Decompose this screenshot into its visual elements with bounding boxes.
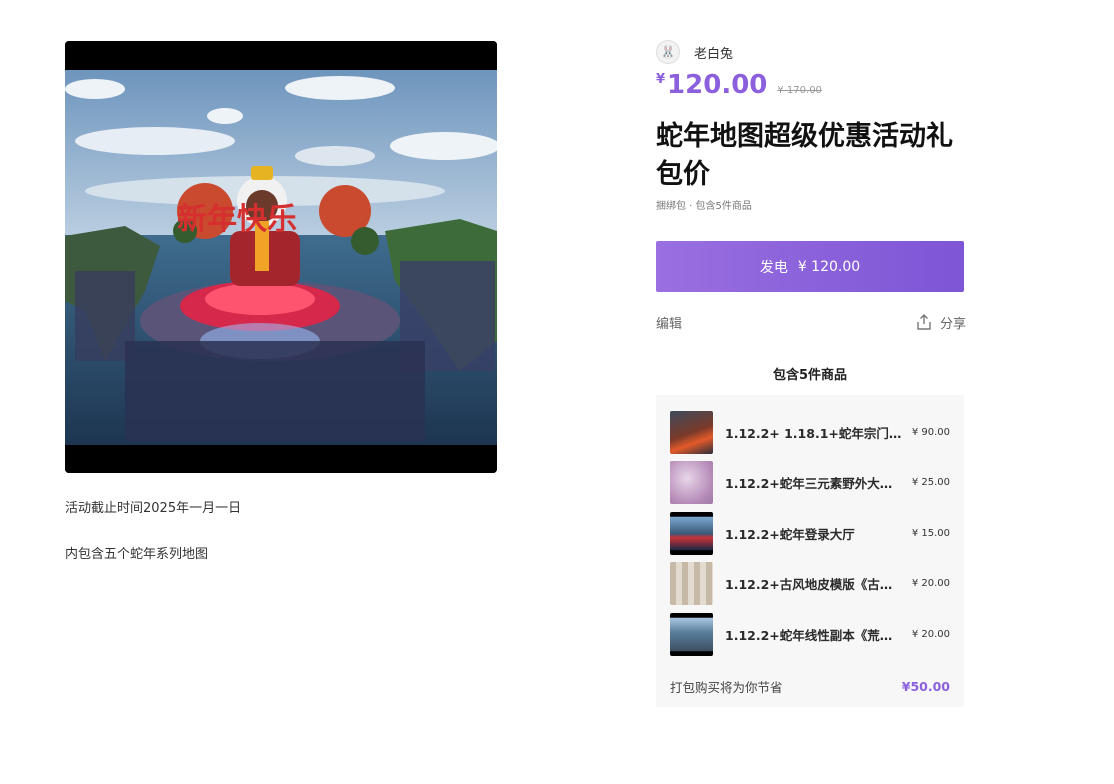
action-row: 编辑 分享 xyxy=(656,312,966,332)
original-price: ¥ 170.00 xyxy=(777,85,822,96)
sponsor-buy-button[interactable]: 发电 ¥ 120.00 xyxy=(656,241,964,292)
share-label: 分享 xyxy=(939,316,966,332)
edit-link[interactable]: 编辑 xyxy=(656,313,682,332)
current-price: 120.00 xyxy=(667,70,768,100)
item-price: ¥ 20.00 xyxy=(911,578,950,590)
share-button[interactable]: 分享 xyxy=(916,313,966,332)
item-name: 1.12.2+古风地皮模版《古风小院》 xyxy=(725,577,904,593)
item-name: 1.12.2+ 1.18.1+蛇年宗门式主城 xyxy=(725,425,904,441)
product-cover-image[interactable]: 新年快乐 xyxy=(65,41,497,473)
product-info-panel: 🐰 老白兔 ¥ 120.00 ¥ 170.00 蛇年地图超级优惠活动礼包价 捆绑… xyxy=(656,40,966,707)
included-items-list: 1.12.2+ 1.18.1+蛇年宗门式主城 ¥ 90.00 1.12.2+蛇年… xyxy=(656,395,964,707)
bundle-meta: 捆绑包 · 包含5件商品 xyxy=(656,201,752,212)
currency-symbol: ¥ xyxy=(656,72,666,87)
list-item[interactable]: 1.12.2+蛇年三元素野外大地图 ¥ 25.00 xyxy=(656,458,964,509)
price-row: ¥ 120.00 ¥ 170.00 xyxy=(656,70,966,110)
item-price: ¥ 20.00 xyxy=(911,628,950,640)
list-item[interactable]: 1.12.2+蛇年线性副本《荒野遗迹》 ¥ 20.00 xyxy=(656,609,964,660)
share-icon xyxy=(917,314,931,330)
item-price: ¥ 90.00 xyxy=(911,426,950,438)
rabbit-avatar-icon[interactable]: 🐰 xyxy=(656,40,680,64)
savings-label: 打包购买将为你节省 xyxy=(670,680,783,695)
cover-festive-text: 新年快乐 xyxy=(177,202,297,237)
item-thumbnail xyxy=(670,562,713,606)
buy-button-label: 发电 xyxy=(759,259,788,276)
list-item[interactable]: 1.12.2+ 1.18.1+蛇年宗门式主城 ¥ 90.00 xyxy=(656,407,964,458)
item-thumbnail xyxy=(670,511,713,555)
cover-scene-illustration: 新年快乐 xyxy=(65,41,497,473)
bundle-savings-row: 打包购买将为你节省 ¥50.00 xyxy=(656,662,964,712)
list-item[interactable]: 1.12.2+古风地皮模版《古风小院》 ¥ 20.00 xyxy=(656,559,964,610)
description-line: 活动截止时间2025年一月一日 xyxy=(65,501,242,516)
savings-value: ¥50.00 xyxy=(901,679,950,694)
item-name: 1.12.2+蛇年登录大厅 xyxy=(725,526,855,542)
item-name: 1.12.2+蛇年线性副本《荒野遗迹》 xyxy=(725,627,904,643)
item-thumbnail xyxy=(670,612,713,656)
item-price: ¥ 25.00 xyxy=(911,477,950,489)
list-item[interactable]: 1.12.2+蛇年登录大厅 ¥ 15.00 xyxy=(656,508,964,559)
included-items-title: 包含5件商品 xyxy=(772,368,848,383)
item-price: ¥ 15.00 xyxy=(911,527,950,539)
buy-button-price: ¥ 120.00 xyxy=(797,258,861,275)
author-name[interactable]: 老白兔 xyxy=(694,43,733,62)
product-title: 蛇年地图超级优惠活动礼包价 xyxy=(656,121,953,190)
author-row[interactable]: 🐰 老白兔 xyxy=(656,40,966,64)
item-thumbnail xyxy=(670,461,713,505)
description-line: 内包含五个蛇年系列地图 xyxy=(65,547,209,562)
item-thumbnail xyxy=(670,410,713,454)
item-name: 1.12.2+蛇年三元素野外大地图 xyxy=(725,476,904,492)
